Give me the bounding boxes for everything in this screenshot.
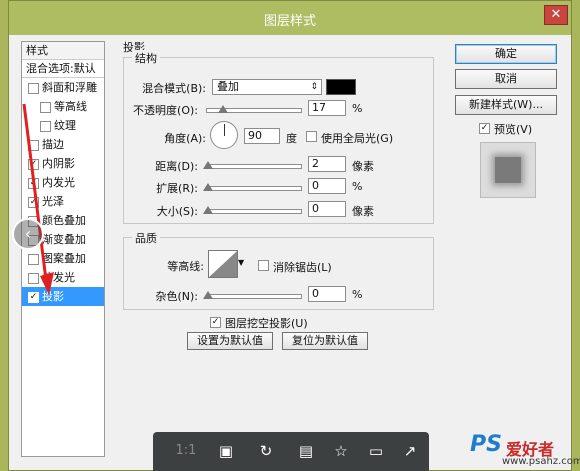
opacity-slider[interactable] (206, 105, 302, 113)
noise-label: 杂色(N): (155, 290, 198, 303)
preview-checkbox[interactable]: ✓ (479, 123, 490, 134)
style-preview-thumbnail (480, 142, 536, 198)
previous-image-button[interactable]: ‹ (12, 218, 44, 250)
angle-dial[interactable] (210, 121, 238, 149)
ok-button[interactable]: 确定 (455, 44, 557, 64)
annotation-arrow-icon (22, 103, 54, 295)
noise-unit: % (352, 288, 363, 301)
distance-input[interactable]: 2 (308, 156, 346, 172)
structure-title: 结构 (132, 50, 160, 66)
shadow-color-swatch[interactable] (326, 79, 356, 95)
spread-slider-thumb[interactable] (203, 183, 213, 191)
spread-input[interactable]: 0 (308, 178, 346, 194)
spread-label: 扩展(R): (156, 182, 198, 195)
styles-header[interactable]: 样式 (22, 42, 104, 60)
distance-slider[interactable] (203, 161, 302, 169)
size-slider-thumb[interactable] (203, 206, 213, 214)
close-button[interactable]: ✕ (544, 5, 568, 25)
reset-default-button[interactable]: 复位为默认值 (282, 332, 368, 350)
blend-mode-select[interactable]: 叠加 ⇕ (212, 79, 322, 95)
spread-slider[interactable] (203, 183, 302, 191)
style-item-label: 斜面和浮雕 (42, 81, 97, 94)
rotate-icon[interactable]: ↻ (255, 442, 277, 460)
share-icon[interactable]: ↗ (399, 442, 421, 460)
distance-slider-thumb[interactable] (203, 161, 213, 169)
size-slider[interactable] (203, 206, 302, 214)
watermark-brand: PS (470, 432, 502, 457)
save-icon[interactable]: ▤ (295, 442, 317, 460)
image-viewer-toolbar: 1:1 ▣ ↻ ▤ ☆ ▭ ↗ (153, 432, 429, 471)
actual-size-button[interactable]: 1:1 (173, 442, 199, 460)
angle-label: 角度(A): (164, 132, 206, 145)
style-item-label: 等高线 (54, 100, 87, 113)
quality-group: 品质 等高线: ▼ 消除锯齿(L) 杂色(N): 0 % (123, 230, 434, 310)
opacity-slider-thumb[interactable] (217, 105, 228, 113)
site-watermark: PS 爱好者 www.psahz.com (468, 432, 580, 471)
style-item[interactable]: 斜面和浮雕 (22, 78, 104, 97)
noise-input[interactable]: 0 (308, 286, 346, 302)
contour-curve-icon (209, 251, 237, 277)
style-item-checkbox[interactable] (28, 83, 39, 94)
contour-label: 等高线: (167, 260, 204, 273)
blend-mode-label: 混合模式(B): (142, 82, 206, 95)
blend-options-item[interactable]: 混合选项:默认 (22, 60, 104, 78)
preview-label: 预览(V) (494, 123, 533, 136)
preview-swatch (495, 157, 521, 183)
knockout-checkbox[interactable]: ✓ (210, 317, 221, 328)
slideshow-icon[interactable]: ▭ (365, 442, 387, 460)
favorite-icon[interactable]: ☆ (330, 442, 352, 460)
angle-input[interactable]: 90 (244, 128, 280, 144)
dialog-title: 图层样式 (263, 14, 316, 29)
updown-icon: ⇕ (310, 82, 318, 92)
angle-needle (224, 124, 225, 136)
noise-slider[interactable] (203, 291, 302, 299)
layer-style-dialog: 图层样式 ✕ 样式 混合选项:默认 斜面和浮雕等高线纹理描边✓内阴影✓内发光✓光… (8, 0, 572, 471)
size-unit: 像素 (352, 205, 374, 218)
opacity-unit: % (352, 102, 363, 115)
make-default-button[interactable]: 设置为默认值 (187, 332, 273, 350)
distance-label: 距离(D): (155, 160, 198, 173)
opacity-input[interactable]: 17 (308, 100, 346, 116)
title-bar: 图层样式 ✕ (9, 1, 571, 35)
spread-unit: % (352, 180, 363, 193)
angle-unit: 度 (286, 132, 297, 145)
global-light-label: 使用全局光(G) (321, 132, 394, 145)
quality-title: 品质 (132, 230, 160, 246)
structure-group: 结构 混合模式(B): 叠加 ⇕ 不透明度(O): 17 % 角度(A): 90… (123, 50, 434, 224)
knockout-label: 图层挖空投影(U) (225, 317, 308, 330)
distance-unit: 像素 (352, 160, 374, 173)
fit-screen-icon[interactable]: ▣ (215, 442, 237, 460)
opacity-label: 不透明度(O): (133, 104, 198, 117)
cancel-button[interactable]: 取消 (455, 69, 557, 89)
anti-alias-checkbox[interactable] (258, 260, 269, 271)
global-light-checkbox[interactable] (306, 131, 317, 142)
contour-dropdown-icon[interactable]: ▼ (238, 258, 244, 267)
contour-picker[interactable] (208, 250, 238, 278)
size-input[interactable]: 0 (308, 201, 346, 217)
blend-mode-value: 叠加 (217, 80, 239, 93)
anti-alias-label: 消除锯齿(L) (273, 261, 332, 274)
noise-slider-thumb[interactable] (203, 291, 213, 299)
new-style-button[interactable]: 新建样式(W)... (455, 95, 557, 115)
watermark-url: www.psahz.com (502, 456, 580, 467)
size-label: 大小(S): (156, 205, 198, 218)
